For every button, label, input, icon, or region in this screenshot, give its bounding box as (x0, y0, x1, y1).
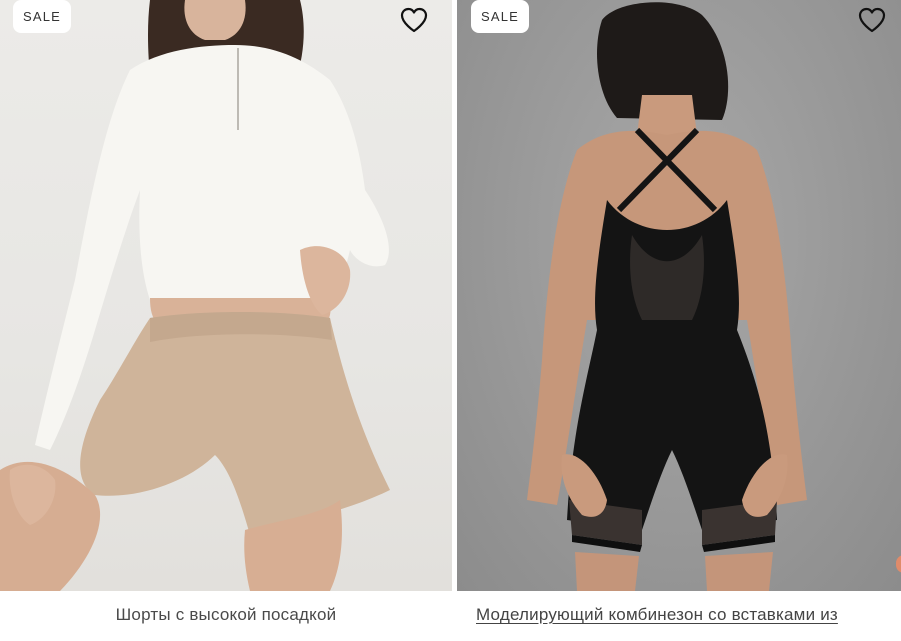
favorite-heart-icon[interactable] (857, 6, 887, 34)
product-title-link[interactable]: Моделирующий комбинезон со вставками из (476, 605, 901, 625)
product-title[interactable]: Шорты с высокой посадкой (0, 605, 452, 625)
favorite-heart-icon[interactable] (399, 6, 429, 34)
sale-badge: SALE (471, 0, 530, 33)
product-image-shorts[interactable] (0, 0, 452, 591)
product-grid: SALE Шорты с высокой посадкой SALE Модел… (0, 0, 901, 641)
product-card-jumpsuit[interactable]: SALE Моделирующий комбинезон со вставкам… (457, 0, 901, 641)
product-card-shorts[interactable]: SALE Шорты с высокой посадкой (0, 0, 452, 641)
shorts-model-illustration (0, 0, 390, 591)
product-image-jumpsuit[interactable] (457, 0, 901, 591)
sale-badge: SALE (13, 0, 72, 33)
jumpsuit-model-illustration (527, 2, 807, 591)
